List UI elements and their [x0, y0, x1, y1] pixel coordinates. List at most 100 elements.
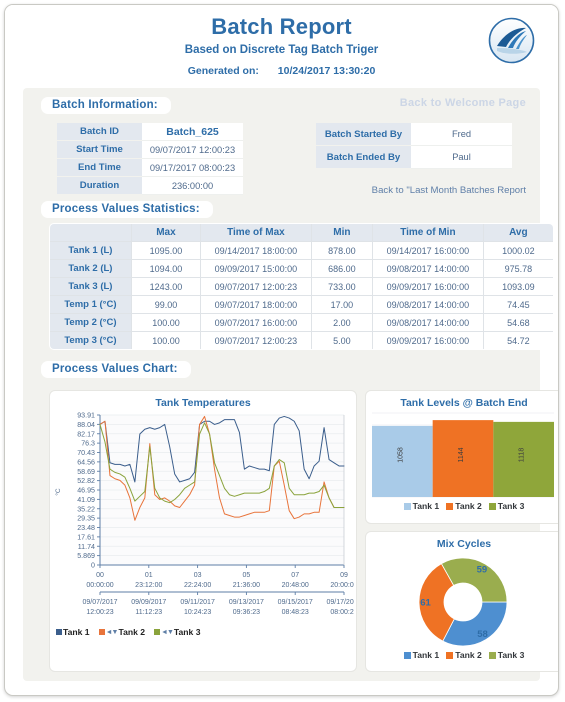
batch-info-key: Batch ID	[57, 123, 142, 141]
statistics-cell: 09/08/2017 14:00:00	[372, 313, 484, 332]
legend-swatch	[488, 651, 496, 659]
table-row: Temp 2 (°C) 100.00 09/07/2017 16:00:00 2.00…	[50, 313, 553, 332]
svg-text:09/07/2017: 09/07/2017	[82, 599, 117, 606]
batch-info-value: Batch_625	[142, 123, 243, 141]
statistics-cell: 54.72	[482, 331, 553, 349]
legend-item: Tank 2	[446, 501, 482, 511]
legend-marker-icon: ◄▼	[161, 628, 174, 636]
last-month-batches-link[interactable]: Back to "Last Month Batches Report	[372, 185, 526, 196]
legend-item: ◄▼ Tank 2	[98, 627, 145, 637]
legend-item: ◄▼ Tank 3	[154, 627, 201, 637]
svg-text:17.61: 17.61	[77, 533, 95, 541]
table-row: Tank 2 (L) 1094.00 09/09/2017 15:00:00 686.…	[50, 259, 553, 278]
statistics-cell: 975.78	[482, 259, 553, 278]
back-to-welcome-link[interactable]: Back to Welcome Page	[400, 97, 526, 109]
tank-levels-plot: 1058 1144 1118	[366, 409, 558, 501]
batch-info-row: Start Time 09/07/2017 12:00:23	[57, 141, 243, 159]
page-title: Batch Report	[211, 14, 352, 39]
statistics-cell: 09/14/2017 18:00:00	[200, 241, 312, 260]
svg-text:70.43: 70.43	[77, 449, 95, 457]
svg-text:09/17/2017: 09/17/2017	[326, 599, 354, 606]
charts-area: Tank Temperatures 93.91 88.04 82.17 76.3 70.…	[23, 383, 558, 675]
legend-swatch	[56, 629, 62, 635]
statistics-cell: 1095.00	[130, 241, 202, 260]
svg-text:09/15/2017: 09/15/2017	[278, 599, 313, 606]
svg-text:°C: °C	[54, 488, 62, 496]
batch-info-right-table: Batch Started By Fred Batch Ended By Paul	[316, 123, 512, 169]
table-row: Tank 1 (L) 1095.00 09/14/2017 18:00:00 878.…	[50, 241, 553, 260]
batch-info-left-table: Batch ID Batch_625 Start Time 09/07/2017 12…	[57, 123, 243, 195]
statistics-cell: 09/09/2017 15:00:00	[200, 259, 312, 278]
tank-levels-chart-card: Tank Levels @ Batch End 1058 1144 1118 Tan…	[365, 390, 558, 524]
svg-text:46.95: 46.95	[77, 487, 95, 495]
svg-text:5.869: 5.869	[77, 552, 95, 560]
svg-text:88.04: 88.04	[77, 421, 95, 429]
charts-title: Process Values Chart:	[41, 361, 191, 378]
legend-label: Tank 3	[497, 650, 525, 660]
statistics-row-header: Tank 2 (L)	[50, 259, 132, 278]
svg-text:11.74: 11.74	[78, 543, 95, 551]
svg-text:09/13/2017: 09/13/2017	[229, 599, 264, 606]
legend-item: Tank 3	[488, 650, 525, 660]
legend-label: Tank 3	[497, 501, 525, 511]
legend-swatch	[488, 502, 496, 510]
legend-item: Tank 1	[56, 627, 90, 637]
svg-text:58: 58	[477, 629, 488, 640]
statistics-table: Max Time of Max Min Time of Min Avg Tank 1 (…	[49, 223, 554, 350]
svg-text:59: 59	[477, 565, 488, 576]
svg-text:76.3: 76.3	[81, 440, 95, 448]
statistics-cell: 09/09/2017 16:00:00	[372, 331, 484, 349]
statistics-row-header: Tank 1 (L)	[50, 241, 132, 260]
svg-text:09/11/2017: 09/11/2017	[180, 599, 215, 606]
statistics-cell: 100.00	[130, 313, 202, 332]
statistics-column-header: Avg	[482, 224, 553, 242]
svg-text:10:24:23: 10:24:23	[184, 609, 211, 616]
statistics-cell: 1243.00	[130, 277, 202, 296]
batch-operator-row: Batch Ended By Paul	[316, 146, 512, 169]
statistics-cell: 2.00	[310, 313, 374, 332]
batch-info-key: Duration	[57, 177, 142, 195]
statistics-row-header: Tank 3 (L)	[50, 277, 132, 296]
statistics-row-header: Temp 1 (°C)	[50, 295, 132, 314]
statistics-column-header: Time of Max	[200, 224, 312, 242]
statistics-cell: 74.45	[482, 295, 553, 314]
tank-temperatures-legend: Tank 1 ◄▼ Tank 2 ◄▼ Tank 3	[50, 627, 356, 637]
svg-text:12:00:23: 12:00:23	[86, 609, 113, 616]
statistics-section: Process Values Statistics: Max Time of Ma…	[41, 199, 554, 350]
legend-label: Tank 2	[455, 650, 482, 660]
wave-logo-icon	[488, 17, 535, 64]
statistics-cell: 1094.00	[130, 259, 202, 278]
batch-info-key: Start Time	[57, 141, 142, 159]
svg-text:11:12:23: 11:12:23	[135, 609, 162, 616]
legend-swatch	[154, 629, 161, 635]
svg-text:20:00:00: 20:00:00	[330, 582, 354, 589]
statistics-header-row: Max Time of Max Min Time of Min Avg	[50, 224, 553, 242]
tank-temperatures-title: Tank Temperatures	[155, 397, 251, 409]
svg-text:01: 01	[145, 572, 153, 579]
svg-text:23:12:00: 23:12:00	[135, 582, 162, 589]
statistics-cell: 733.00	[310, 277, 374, 296]
legend-label: Tank 1	[412, 650, 440, 660]
legend-item: Tank 2	[446, 650, 482, 660]
svg-text:09: 09	[340, 572, 348, 579]
legend-swatch	[446, 502, 454, 510]
svg-text:08:00:23: 08:00:23	[330, 609, 354, 616]
svg-text:03: 03	[194, 572, 202, 579]
statistics-column-header	[50, 224, 132, 242]
legend-item: Tank 1	[403, 501, 439, 511]
batch-operator-key: Batch Ended By	[316, 146, 411, 169]
svg-text:35.22: 35.22	[77, 505, 95, 513]
statistics-cell: 1093.09	[482, 277, 553, 296]
report-body: Batch Information: Back to Welcome Page …	[23, 88, 558, 681]
batch-operator-row: Batch Started By Fred	[316, 123, 512, 146]
batch-info-key: End Time	[57, 159, 142, 177]
svg-text:1058: 1058	[397, 447, 404, 463]
batch-operator-key: Batch Started By	[316, 123, 411, 146]
report-header: Batch Report Based on Discrete Tag Batch…	[5, 5, 558, 88]
legend-label: Tank 1	[63, 627, 90, 637]
mix-cycles-legend: Tank 1 Tank 2 Tank 3	[366, 650, 558, 660]
batch-info-value: 09/17/2017 08:00:23	[142, 159, 243, 177]
batch-info-row: Batch ID Batch_625	[57, 123, 243, 141]
statistics-row-header: Temp 3 (°C)	[50, 331, 132, 349]
batch-information-title: Batch Information:	[41, 97, 171, 114]
